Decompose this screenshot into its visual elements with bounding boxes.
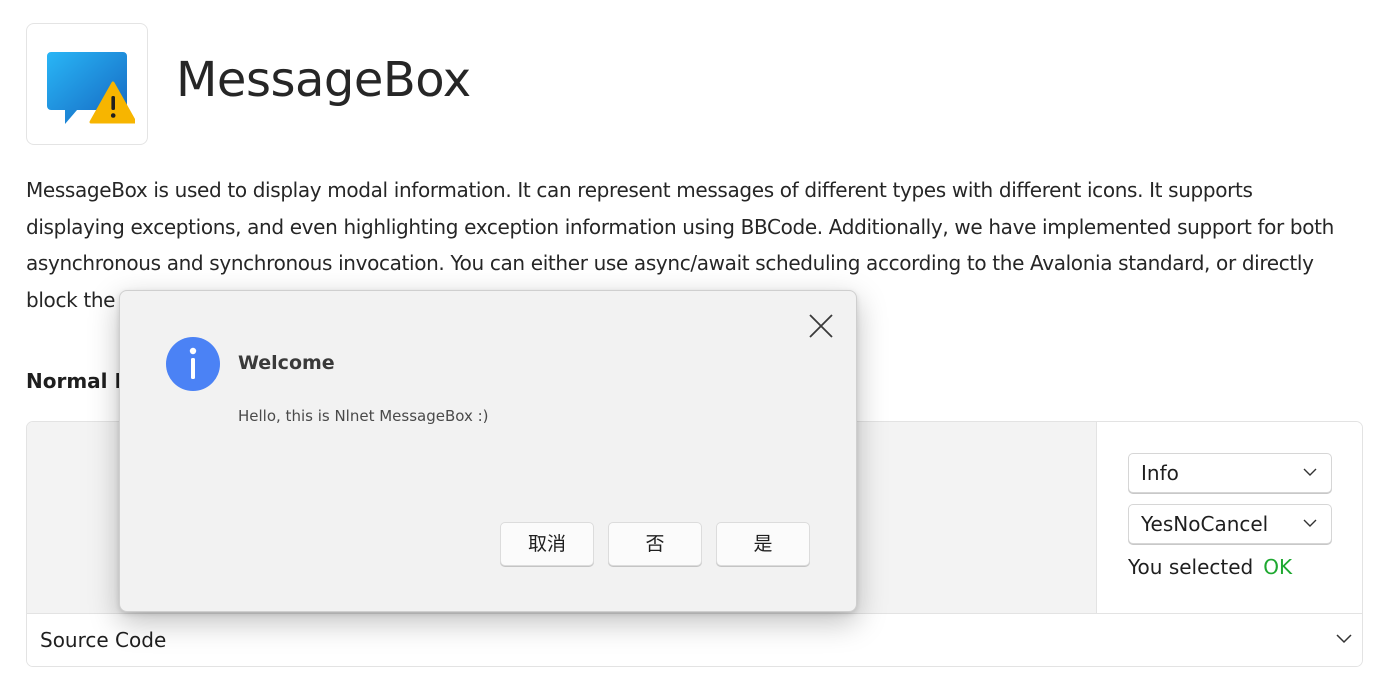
- chevron-down-icon: [1303, 468, 1317, 476]
- close-icon[interactable]: [808, 313, 834, 339]
- result-value: OK: [1263, 555, 1293, 579]
- icon-type-combobox[interactable]: Info: [1128, 453, 1332, 493]
- source-code-expander[interactable]: Source Code: [27, 613, 1362, 666]
- yes-button[interactable]: 是: [716, 522, 810, 566]
- info-icon: [166, 337, 220, 391]
- source-code-label: Source Code: [40, 628, 167, 652]
- header-icon-tile: [26, 23, 148, 145]
- icon-type-combobox-value: Info: [1141, 461, 1179, 485]
- dialog-message: Hello, this is Nlnet MessageBox :): [238, 407, 489, 425]
- message-warning-icon: [47, 52, 135, 124]
- chevron-down-icon: [1336, 634, 1352, 644]
- result-label: You selected: [1128, 555, 1254, 579]
- result-row: You selected OK: [1128, 555, 1292, 579]
- dialog-title: Welcome: [238, 352, 335, 374]
- cancel-button[interactable]: 取消: [500, 522, 594, 566]
- message-box-dialog: Welcome Hello, this is Nlnet MessageBox …: [119, 290, 857, 612]
- button-set-combobox-value: YesNoCancel: [1141, 512, 1269, 536]
- button-set-combobox[interactable]: YesNoCancel: [1128, 504, 1332, 544]
- chevron-down-icon: [1303, 519, 1317, 527]
- no-button[interactable]: 否: [608, 522, 702, 566]
- page: MessageBox MessageBox is used to display…: [0, 0, 1385, 689]
- options-panel: Info YesNoCancel You selected OK: [1098, 422, 1362, 613]
- page-title: MessageBox: [176, 52, 471, 108]
